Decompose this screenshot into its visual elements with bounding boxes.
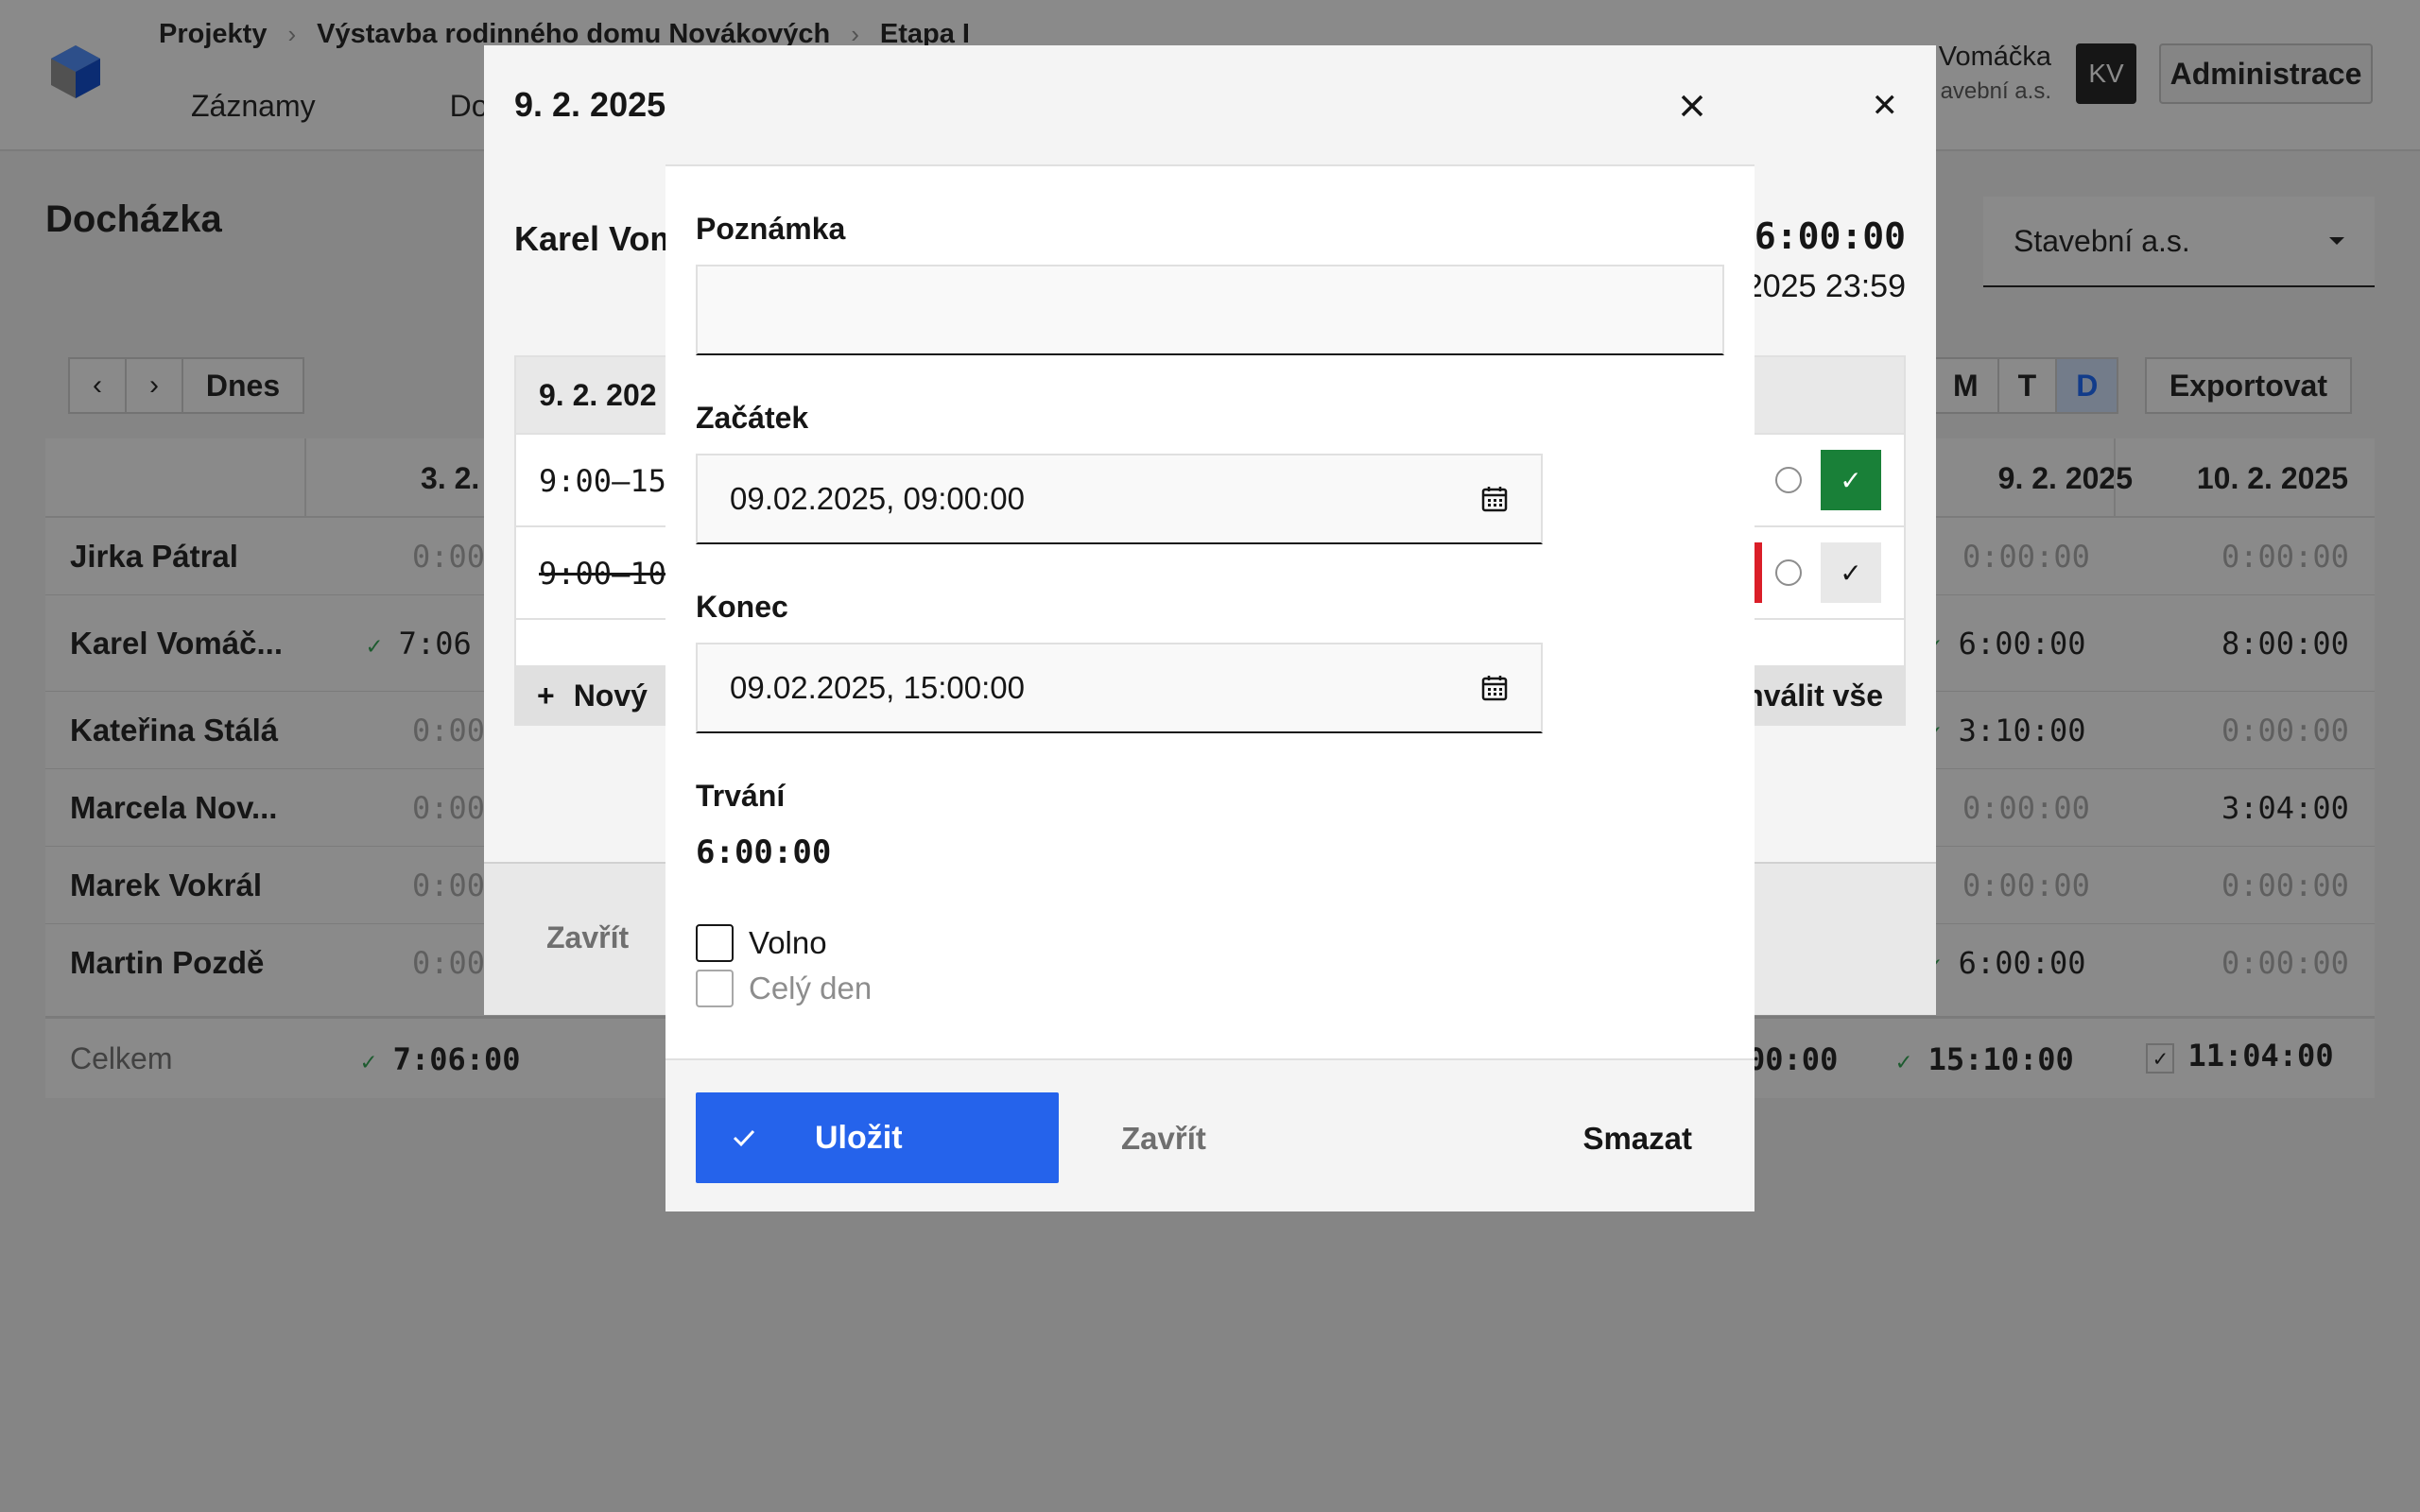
all-day-checkbox-row: Celý den <box>696 970 872 1007</box>
calendar-icon[interactable] <box>1480 674 1509 702</box>
start-datetime-input[interactable]: 09.02.2025, 09:00:00 <box>696 454 1543 544</box>
all-day-label: Celý den <box>749 971 873 1005</box>
entry-modal-header <box>666 45 1754 166</box>
all-day-checkbox <box>696 970 734 1007</box>
duration-label: Trvání <box>696 779 786 813</box>
calendar-icon[interactable] <box>1480 485 1509 513</box>
note-label: Poznámka <box>696 212 846 246</box>
end-datetime-input[interactable]: 09.02.2025, 15:00:00 <box>696 643 1543 733</box>
save-label: Uložit <box>815 1119 903 1156</box>
free-day-label: Volno <box>749 925 827 960</box>
start-label: Začátek <box>696 401 809 435</box>
close-icon[interactable] <box>1673 87 1711 125</box>
free-day-checkbox-row[interactable]: Volno <box>696 924 827 962</box>
close-button[interactable]: Zavřít <box>1121 1121 1206 1157</box>
entry-modal-footer: Uložit Zavřít Smazat <box>666 1058 1754 1211</box>
delete-button[interactable]: Smazat <box>1582 1121 1692 1157</box>
duration-value: 6:00:00 <box>696 833 832 871</box>
save-button[interactable]: Uložit <box>696 1092 1059 1183</box>
end-value: 09.02.2025, 15:00:00 <box>730 670 1025 705</box>
start-value: 09.02.2025, 09:00:00 <box>730 481 1025 516</box>
entry-edit-modal: Poznámka Začátek 09.02.2025, 09:00:00 Ko… <box>666 45 1754 1211</box>
free-day-checkbox[interactable] <box>696 924 734 962</box>
note-input[interactable] <box>696 265 1724 355</box>
check-icon <box>733 1129 755 1147</box>
end-label: Konec <box>696 590 788 624</box>
